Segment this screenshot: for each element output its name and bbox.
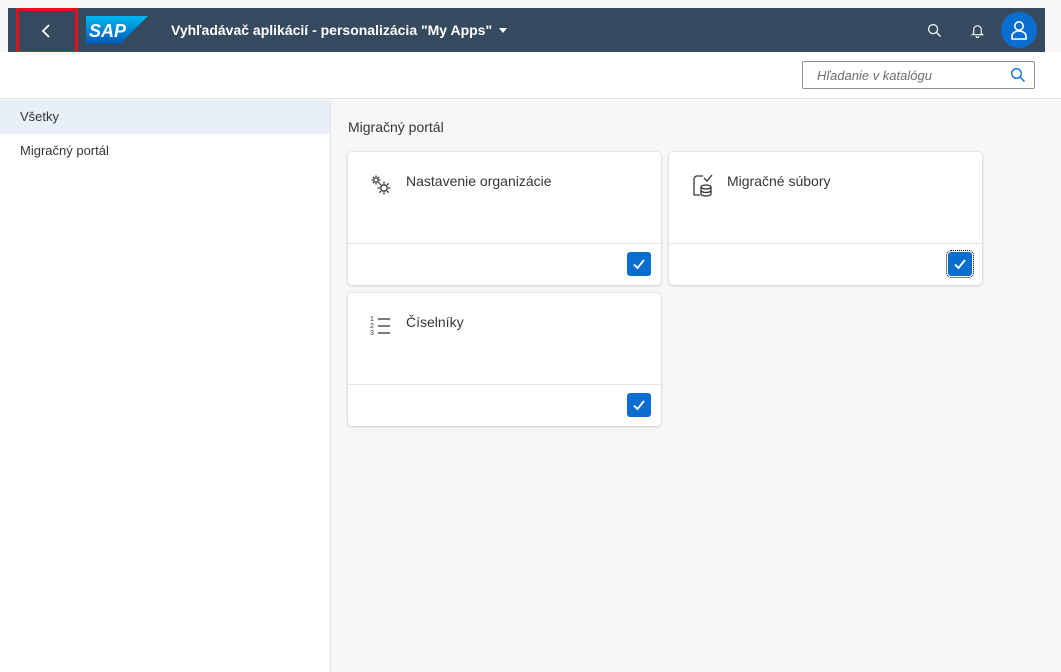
back-button[interactable] xyxy=(16,8,78,54)
app-title-menu[interactable]: Vyhľadávač aplikácií - personalizácia "M… xyxy=(171,8,508,52)
app-tile-code-lists[interactable]: 1 2 3 Číselníky xyxy=(348,293,661,426)
app-tile-migration-files[interactable]: Migračné súbory xyxy=(669,152,982,285)
catalog-sidebar: Všetky Migračný portál xyxy=(0,100,331,672)
app-tile-organization-settings[interactable]: Nastavenie organizácie xyxy=(348,152,661,285)
settings-icon xyxy=(371,175,391,195)
tile-select-checkbox[interactable] xyxy=(627,252,651,276)
checkmark-icon xyxy=(954,259,966,270)
chevron-left-icon xyxy=(41,24,50,38)
group-title: Migračný portál xyxy=(348,119,444,135)
catalog-search-input[interactable] xyxy=(803,62,1003,88)
sidebar-item-migration-portal[interactable]: Migračný portál xyxy=(0,134,330,168)
sap-logo: SAP xyxy=(86,16,148,44)
tile-select-checkbox[interactable] xyxy=(627,393,651,417)
person-icon xyxy=(1011,21,1027,40)
user-avatar[interactable] xyxy=(1001,12,1037,48)
tile-header: Nastavenie organizácie xyxy=(348,152,661,244)
tile-select-checkbox[interactable] xyxy=(946,250,974,278)
notifications-button[interactable] xyxy=(959,8,995,52)
tile-title: Migračné súbory xyxy=(727,173,831,189)
subheader-toolbar xyxy=(0,52,1061,99)
tile-header: Migračné súbory xyxy=(669,152,982,244)
sidebar-item-all[interactable]: Všetky xyxy=(0,100,330,134)
search-icon xyxy=(927,23,941,37)
catalog-search-field[interactable] xyxy=(802,61,1035,89)
svg-text:SAP: SAP xyxy=(89,21,127,41)
svg-text:3: 3 xyxy=(370,330,374,337)
search-icon[interactable] xyxy=(1010,67,1026,83)
numbered-list-icon: 1 2 3 xyxy=(370,316,390,337)
checkmark-icon xyxy=(633,400,645,411)
shell-search-button[interactable] xyxy=(916,8,952,52)
svg-text:2: 2 xyxy=(370,323,374,330)
svg-text:1: 1 xyxy=(370,316,374,323)
tile-title: Číselníky xyxy=(406,314,464,330)
tile-title: Nastavenie organizácie xyxy=(406,173,552,189)
caret-down-icon xyxy=(499,28,508,33)
tile-header: 1 2 3 Číselníky xyxy=(348,293,661,385)
migration-files-icon xyxy=(693,174,713,197)
catalog-content: Migračný portál Nastavenie organizácie M… xyxy=(332,100,1061,672)
app-title: Vyhľadávač aplikácií - personalizácia "M… xyxy=(171,22,493,38)
shell-header: SAP Vyhľadávač aplikácií - personalizáci… xyxy=(8,8,1045,54)
checkmark-icon xyxy=(633,259,645,270)
bell-icon xyxy=(970,24,984,38)
